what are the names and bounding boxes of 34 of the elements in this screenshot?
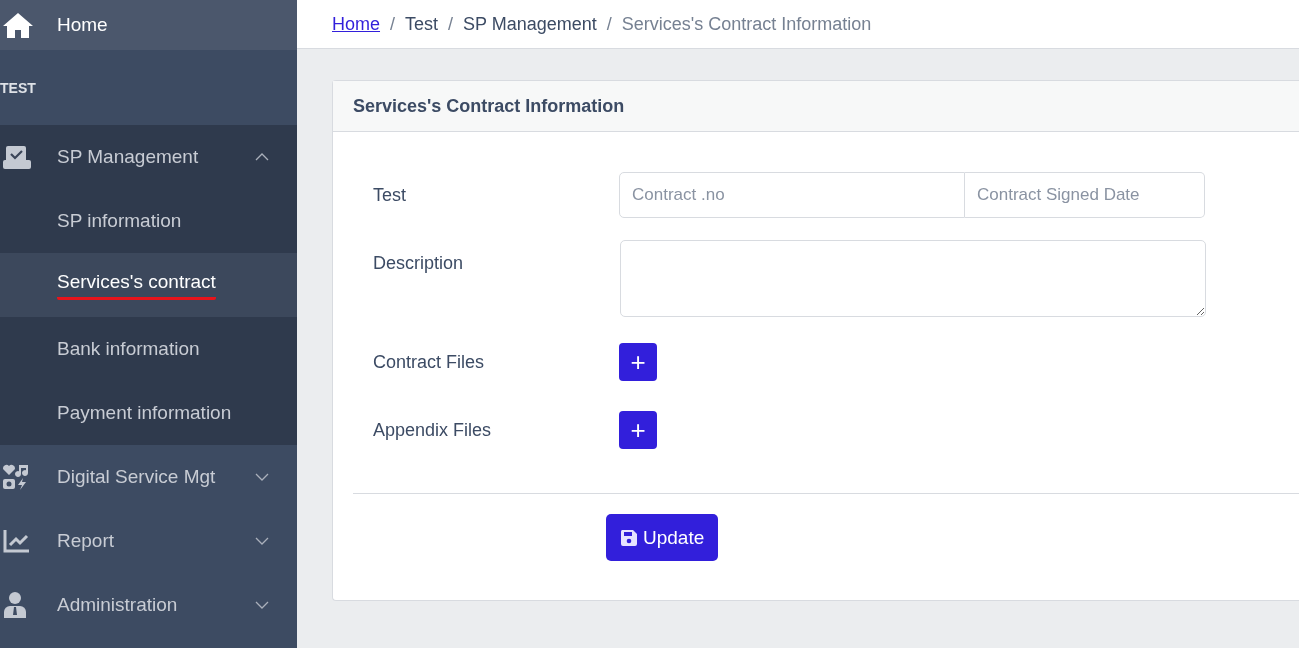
menu-item[interactable]: Digital Service Mgt xyxy=(57,466,255,488)
breadcrumb-item: SP Management xyxy=(463,13,597,35)
add-file-button[interactable]: + xyxy=(619,411,657,449)
menu-item[interactable]: SP Management xyxy=(57,146,255,168)
submenu-item[interactable]: Payment information xyxy=(0,381,297,445)
field-label: Appendix Files xyxy=(373,419,493,442)
add-file-button[interactable]: + xyxy=(619,343,657,381)
field-label: Description xyxy=(373,252,465,275)
field-label: Test xyxy=(373,184,407,207)
chevron-down-icon[interactable] xyxy=(255,537,269,545)
section-label: TEST xyxy=(0,79,36,96)
breadcrumb-separator: / xyxy=(390,13,396,35)
description-field[interactable] xyxy=(620,240,1206,317)
home-icon[interactable] xyxy=(2,11,34,39)
menu-item[interactable]: Report xyxy=(57,530,255,552)
card-title: Services's Contract Information xyxy=(353,95,625,117)
update-button[interactable]: Update xyxy=(606,514,719,561)
save-icon xyxy=(620,528,638,547)
breadcrumb-item: Test xyxy=(405,13,439,35)
submenu-item[interactable]: SP information xyxy=(0,189,297,253)
breadcrumb-separator: / xyxy=(606,13,612,35)
field-label: Contract Files xyxy=(373,351,486,374)
chevron-down-icon[interactable] xyxy=(255,601,269,609)
line-chart-icon xyxy=(2,528,30,554)
breadcrumb-item: Services's Contract Information xyxy=(621,13,872,35)
chevron-down-icon[interactable] xyxy=(255,473,269,481)
breadcrumb-separator: / xyxy=(448,13,454,35)
input-field[interactable]: Contract Signed Date xyxy=(965,172,1205,218)
chevron-up-icon[interactable] xyxy=(255,153,269,161)
submenu-item[interactable]: Services's contract xyxy=(0,253,297,317)
menu-item[interactable]: Administration xyxy=(57,594,255,616)
submenu-item[interactable]: Bank information xyxy=(0,317,297,381)
input-field[interactable]: Contract .no xyxy=(619,172,965,218)
breadcrumb-link[interactable]: Home xyxy=(332,13,380,35)
